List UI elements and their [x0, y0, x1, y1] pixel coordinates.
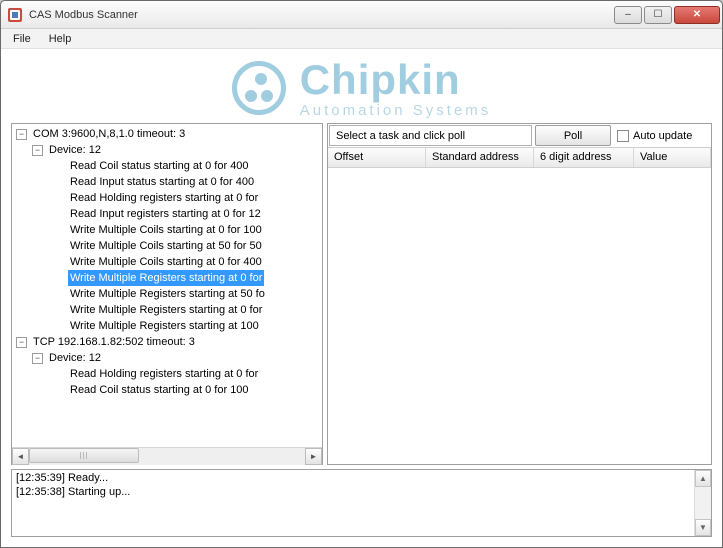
tree-task[interactable]: Write Multiple Coils starting at 0 for 1… [12, 222, 322, 238]
tree-task[interactable]: Read Coil status starting at 0 for 400 [12, 158, 322, 174]
expand-toggle[interactable]: − [32, 145, 43, 156]
tree-task[interactable]: Write Multiple Registers starting at 0 f… [12, 302, 322, 318]
tree-label: Write Multiple Coils starting at 0 for 1… [68, 222, 264, 238]
tree-label: Read Coil status starting at 0 for 400 [68, 158, 251, 174]
auto-update-label: Auto update [633, 130, 692, 142]
tree-panel: −COM 3:9600,N,8,1.0 timeout: 3−Device: 1… [11, 123, 323, 465]
tree-task[interactable]: Write Multiple Coils starting at 50 for … [12, 238, 322, 254]
scroll-thumb[interactable] [29, 448, 139, 463]
tree-task[interactable]: Write Multiple Coils starting at 0 for 4… [12, 254, 322, 270]
tree-device[interactable]: −Device: 12 [12, 350, 322, 366]
menubar: File Help [1, 29, 722, 49]
scroll-right-button[interactable]: ► [305, 448, 322, 465]
tree-hscrollbar[interactable]: ◄ ► [12, 447, 322, 464]
logo-brand: Chipkin [300, 59, 492, 101]
scroll-left-button[interactable]: ◄ [12, 448, 29, 465]
log-line: [12:35:39] Ready... [16, 472, 707, 486]
tree-task[interactable]: Write Multiple Registers starting at 50 … [12, 286, 322, 302]
results-header: Offset Standard address 6 digit address … [328, 148, 711, 168]
tree-label: Write Multiple Registers starting at 0 f… [68, 302, 264, 318]
tree-task[interactable]: Read Holding registers starting at 0 for [12, 190, 322, 206]
client-area: Chipkin Automation Systems −COM 3:9600,N… [1, 49, 722, 547]
tree-task[interactable]: Read Input registers starting at 0 for 1… [12, 206, 322, 222]
tree-label: Write Multiple Registers starting at 0 f… [68, 270, 264, 286]
tree-task[interactable]: Read Input status starting at 0 for 400 [12, 174, 322, 190]
close-button[interactable]: ✕ [674, 6, 720, 24]
expand-toggle[interactable]: − [16, 129, 27, 140]
task-hint-text: Select a task and click poll [336, 130, 465, 142]
col-standard-address[interactable]: Standard address [426, 148, 534, 167]
col-offset[interactable]: Offset [328, 148, 426, 167]
results-panel: Select a task and click poll Poll Auto u… [327, 123, 712, 465]
tree-task[interactable]: Write Multiple Registers starting at 100 [12, 318, 322, 334]
tree-label: Write Multiple Coils starting at 50 for … [68, 238, 264, 254]
tree-label: COM 3:9600,N,8,1.0 timeout: 3 [31, 126, 187, 142]
poll-button[interactable]: Poll [535, 125, 611, 146]
titlebar[interactable]: CAS Modbus Scanner – ☐ ✕ [1, 1, 722, 29]
menu-help[interactable]: Help [41, 31, 80, 47]
tree-task[interactable]: Read Holding registers starting at 0 for [12, 366, 322, 382]
scroll-down-button[interactable]: ▼ [695, 519, 711, 536]
logo-tagline: Automation Systems [300, 103, 492, 118]
minimize-button[interactable]: – [614, 6, 642, 24]
tree-label: Device: 12 [47, 350, 103, 366]
tree-task[interactable]: Read Coil status starting at 0 for 100 [12, 382, 322, 398]
tree-label: Read Holding registers starting at 0 for [68, 366, 260, 382]
auto-update-checkbox[interactable] [617, 130, 629, 142]
tree-conn-com[interactable]: −COM 3:9600,N,8,1.0 timeout: 3 [12, 126, 322, 142]
expand-toggle[interactable]: − [16, 337, 27, 348]
scroll-track[interactable] [29, 448, 305, 465]
log-line: [12:35:38] Starting up... [16, 486, 707, 500]
app-window: CAS Modbus Scanner – ☐ ✕ File Help Chipk… [0, 0, 723, 548]
tree-conn-tcp[interactable]: −TCP 192.168.1.82:502 timeout: 3 [12, 334, 322, 350]
tree-label: Device: 12 [47, 142, 103, 158]
tree-device[interactable]: −Device: 12 [12, 142, 322, 158]
tree-label: Read Input status starting at 0 for 400 [68, 174, 256, 190]
tree-label: TCP 192.168.1.82:502 timeout: 3 [31, 334, 197, 350]
tree-label: Write Multiple Registers starting at 100 [68, 318, 261, 334]
tree-task[interactable]: Write Multiple Registers starting at 0 f… [12, 270, 322, 286]
tree-label: Read Coil status starting at 0 for 100 [68, 382, 251, 398]
logo-mark-icon [232, 61, 286, 115]
maximize-button[interactable]: ☐ [644, 6, 672, 24]
log-vscrollbar[interactable]: ▲ ▼ [694, 470, 711, 536]
device-tree[interactable]: −COM 3:9600,N,8,1.0 timeout: 3−Device: 1… [12, 124, 322, 447]
tree-label: Read Holding registers starting at 0 for [68, 190, 260, 206]
results-grid[interactable] [328, 168, 711, 464]
app-icon [7, 7, 23, 23]
log-panel: [12:35:39] Ready...[12:35:38] Starting u… [11, 469, 712, 537]
tree-label: Read Input registers starting at 0 for 1… [68, 206, 263, 222]
window-title: CAS Modbus Scanner [29, 9, 614, 21]
brand-logo: Chipkin Automation Systems [11, 53, 712, 123]
task-hint-box: Select a task and click poll [329, 125, 532, 146]
tree-label: Write Multiple Coils starting at 0 for 4… [68, 254, 264, 270]
expand-toggle[interactable]: − [32, 353, 43, 364]
scroll-up-button[interactable]: ▲ [695, 470, 711, 487]
tree-label: Write Multiple Registers starting at 50 … [68, 286, 267, 302]
menu-file[interactable]: File [5, 31, 39, 47]
col-6digit-address[interactable]: 6 digit address [534, 148, 634, 167]
col-value[interactable]: Value [634, 148, 711, 167]
